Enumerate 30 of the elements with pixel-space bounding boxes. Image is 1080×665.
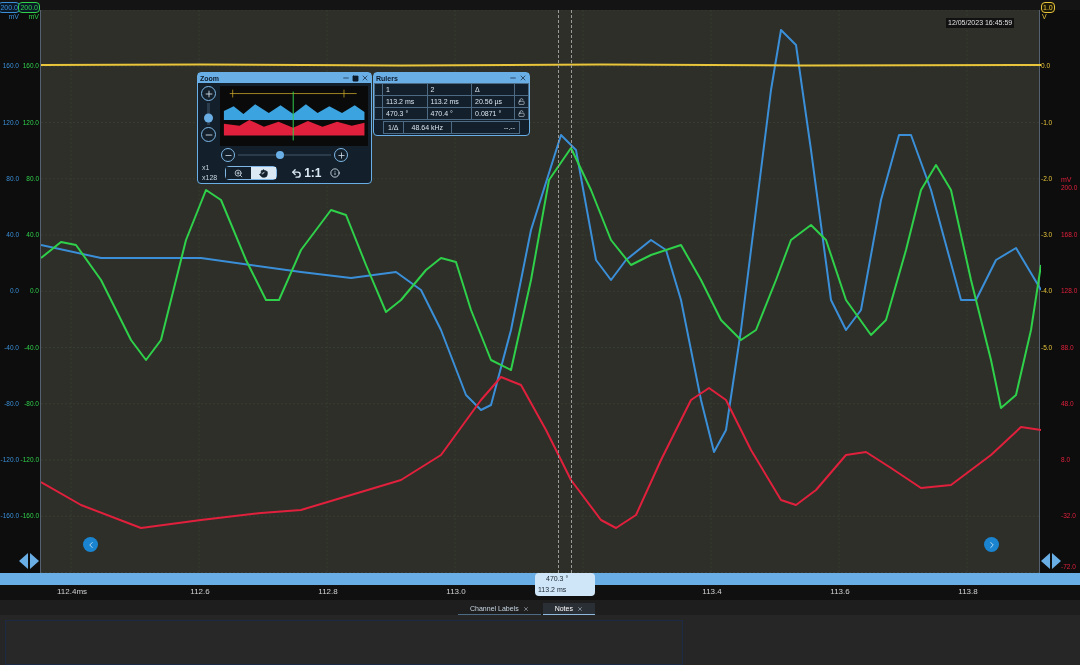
axis-label: 112.4ms: [56, 587, 88, 597]
info-icon[interactable]: [329, 168, 340, 178]
scroll-left-button[interactable]: [83, 537, 98, 552]
maximize-icon[interactable]: [352, 74, 359, 82]
pan-tool-button[interactable]: [251, 167, 277, 179]
hand-icon: [259, 168, 269, 178]
plus-icon: [203, 88, 214, 99]
time-scroll-bar[interactable]: [0, 573, 1080, 585]
axis-label: 113.4: [702, 587, 722, 597]
slider-thumb[interactable]: [204, 113, 214, 123]
unlock-icon[interactable]: [518, 110, 525, 117]
axis-label: 113.0: [446, 587, 466, 597]
axis-label: 113.8: [958, 587, 978, 597]
close-icon[interactable]: [361, 74, 369, 82]
axis-label: 112.8: [318, 587, 338, 597]
slider-thumb[interactable]: [275, 151, 284, 159]
vertical-zoom-slider[interactable]: [207, 103, 211, 125]
axis-label: 112.6: [190, 587, 210, 597]
undo-icon: [291, 167, 303, 179]
axis-label: 113.6: [830, 587, 850, 597]
magnifier-icon: [234, 168, 244, 178]
scroll-right-button[interactable]: [984, 537, 999, 552]
unlock-icon[interactable]: [518, 98, 525, 105]
tool-toggle-group[interactable]: [225, 166, 278, 180]
reset-zoom-button[interactable]: 1:1: [291, 167, 322, 179]
close-icon[interactable]: [576, 605, 583, 612]
scroll-arrows-icon[interactable]: [1041, 553, 1061, 569]
plus-icon: [336, 150, 346, 160]
scroll-arrows-icon[interactable]: [19, 553, 39, 569]
close-icon[interactable]: [519, 74, 527, 82]
